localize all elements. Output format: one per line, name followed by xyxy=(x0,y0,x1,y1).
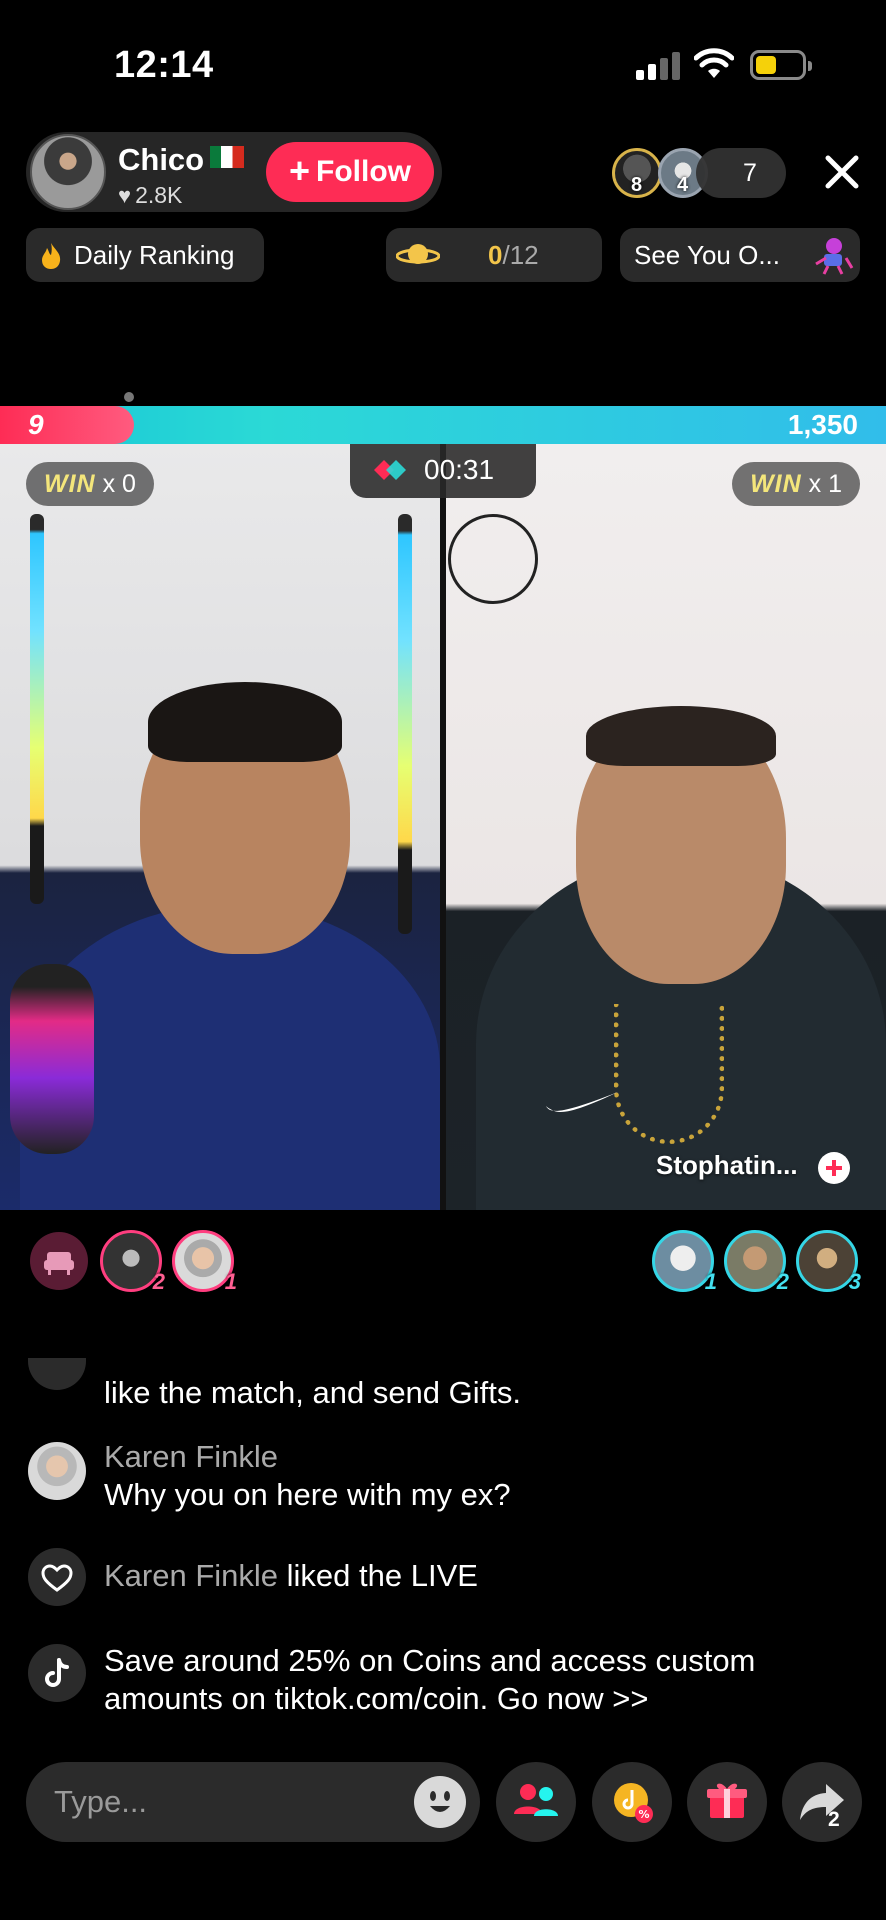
coin-discount-icon: % xyxy=(614,1783,653,1823)
host-hair xyxy=(148,682,342,762)
left-wins-value: x 0 xyxy=(102,470,136,498)
microphone xyxy=(10,964,94,1154)
page-indicator xyxy=(124,392,134,402)
right-gifter-avatar[interactable]: 3 xyxy=(796,1230,861,1294)
gift-icon xyxy=(707,1783,747,1818)
progress-total: /12 xyxy=(502,240,539,270)
character-sprite-icon xyxy=(815,238,854,275)
wifi-icon xyxy=(694,48,734,78)
chat-username[interactable]: Karen Finkle xyxy=(104,1438,864,1476)
chat-message[interactable]: Karen Finkle Why you on here with my ex? xyxy=(104,1438,864,1514)
viewer-badge: 8 xyxy=(631,174,643,196)
gift-button[interactable] xyxy=(687,1762,767,1842)
plus-icon: + xyxy=(288,149,311,191)
host-info: Chico ♥ 2.8K + Follow xyxy=(26,132,442,212)
flame-icon xyxy=(42,243,61,269)
promo-text-line: amounts on tiktok.com/coin. Go now >> xyxy=(104,1681,649,1716)
gifter-rank: 3 xyxy=(848,1269,861,1294)
right-score: 1,350 xyxy=(787,409,858,440)
heart-icon: ♥ xyxy=(118,183,132,208)
battle-icon xyxy=(374,460,406,480)
battle-score-bar: 9 1,350 xyxy=(0,406,886,444)
battle-timer: 00:31 xyxy=(350,444,536,498)
heart-outline-icon xyxy=(41,1564,73,1592)
dreamcatcher xyxy=(448,514,538,604)
chat-icon xyxy=(28,1358,86,1390)
left-gifter-avatar[interactable]: 2 xyxy=(100,1230,165,1294)
seat-icon[interactable] xyxy=(30,1232,88,1290)
timer-value: 00:31 xyxy=(424,454,495,485)
host-video[interactable] xyxy=(0,444,440,1210)
status-time: 12:14 xyxy=(114,44,214,86)
multi-guest-icon xyxy=(514,1784,558,1816)
follow-label: Follow xyxy=(316,155,411,188)
planet-icon xyxy=(396,244,440,264)
host-likes-count: 2.8K xyxy=(135,182,183,208)
win-label: WIN xyxy=(750,470,802,498)
right-gifter-avatar[interactable]: 2 xyxy=(724,1230,789,1294)
chat-user-avatar[interactable] xyxy=(28,1442,86,1500)
see-you-banner[interactable]: See You O... xyxy=(620,228,860,282)
viewer-badge: 4 xyxy=(677,174,689,196)
follow-button[interactable]: + Follow xyxy=(266,142,434,202)
emoji-face xyxy=(430,1791,450,1812)
chat-message: like the match, and send Gifts. xyxy=(104,1375,521,1410)
close-icon[interactable] xyxy=(820,150,864,194)
coin-discount-button[interactable]: % xyxy=(592,1762,672,1842)
gifter-rank: 2 xyxy=(776,1269,789,1294)
host-name[interactable]: Chico xyxy=(118,142,245,178)
chat-message[interactable]: Save around 25% on Coins and access cust… xyxy=(104,1642,864,1718)
comment-input[interactable]: Type... xyxy=(26,1762,480,1842)
opponent-video[interactable] xyxy=(446,444,886,1210)
left-gifter-avatar[interactable]: 1 xyxy=(172,1230,237,1294)
system-message-icon xyxy=(28,1644,86,1702)
share-button[interactable] xyxy=(782,1762,862,1842)
svg-text:%: % xyxy=(638,1808,649,1821)
gifter-rank: 1 xyxy=(704,1269,717,1294)
chat-text: Why you on here with my ex? xyxy=(104,1477,511,1512)
left-win-count: WIN x 0 xyxy=(26,462,154,506)
share-icon xyxy=(800,1784,844,1820)
multi-guest-button[interactable] xyxy=(496,1762,576,1842)
mexico-flag-icon xyxy=(210,146,245,168)
host-likes: ♥ 2.8K xyxy=(118,182,182,209)
gifter-rank: 1 xyxy=(224,1269,237,1294)
like-event-icon xyxy=(28,1548,86,1606)
viewer-count[interactable]: 7 xyxy=(696,148,786,198)
signal-icon xyxy=(636,52,682,80)
see-you-label: See You O... xyxy=(634,240,781,270)
host-avatar[interactable] xyxy=(30,134,106,210)
left-score-bar xyxy=(0,406,134,444)
progress-current: 0 xyxy=(488,240,503,270)
right-win-count: WIN x 1 xyxy=(732,462,860,506)
follow-opponent-button[interactable] xyxy=(818,1152,850,1184)
light-bar xyxy=(30,514,44,904)
host-name-text: Chico xyxy=(118,142,205,177)
chat-username[interactable]: Karen Finkle xyxy=(104,1558,278,1593)
opponent-hair xyxy=(586,706,776,766)
gifter-rank: 2 xyxy=(152,1269,165,1294)
share-count: 2 xyxy=(828,1808,840,1831)
nike-logo xyxy=(546,1092,618,1112)
goal-progress[interactable]: 0/12 xyxy=(386,228,602,282)
tiktok-icon xyxy=(45,1658,69,1687)
gold-chain xyxy=(614,1004,724,1144)
opponent-name[interactable]: Stophatin... xyxy=(656,1150,798,1181)
comment-placeholder: Type... xyxy=(54,1784,148,1819)
promo-text-line: Save around 25% on Coins and access cust… xyxy=(104,1643,756,1678)
emoji-icon[interactable] xyxy=(414,1776,466,1828)
right-gifter-avatar[interactable]: 1 xyxy=(652,1230,717,1294)
daily-ranking-button[interactable]: Daily Ranking xyxy=(26,228,264,282)
left-score: 9 xyxy=(28,409,44,440)
daily-ranking-label: Daily Ranking xyxy=(74,240,235,270)
chat-message: Karen Finkle liked the LIVE xyxy=(104,1557,864,1595)
light-bar xyxy=(398,514,412,934)
chat-text: liked the LIVE xyxy=(286,1558,478,1593)
right-wins-value: x 1 xyxy=(808,470,842,498)
armchair-icon xyxy=(44,1252,74,1275)
win-label: WIN xyxy=(44,470,96,498)
battery-icon xyxy=(750,50,812,80)
